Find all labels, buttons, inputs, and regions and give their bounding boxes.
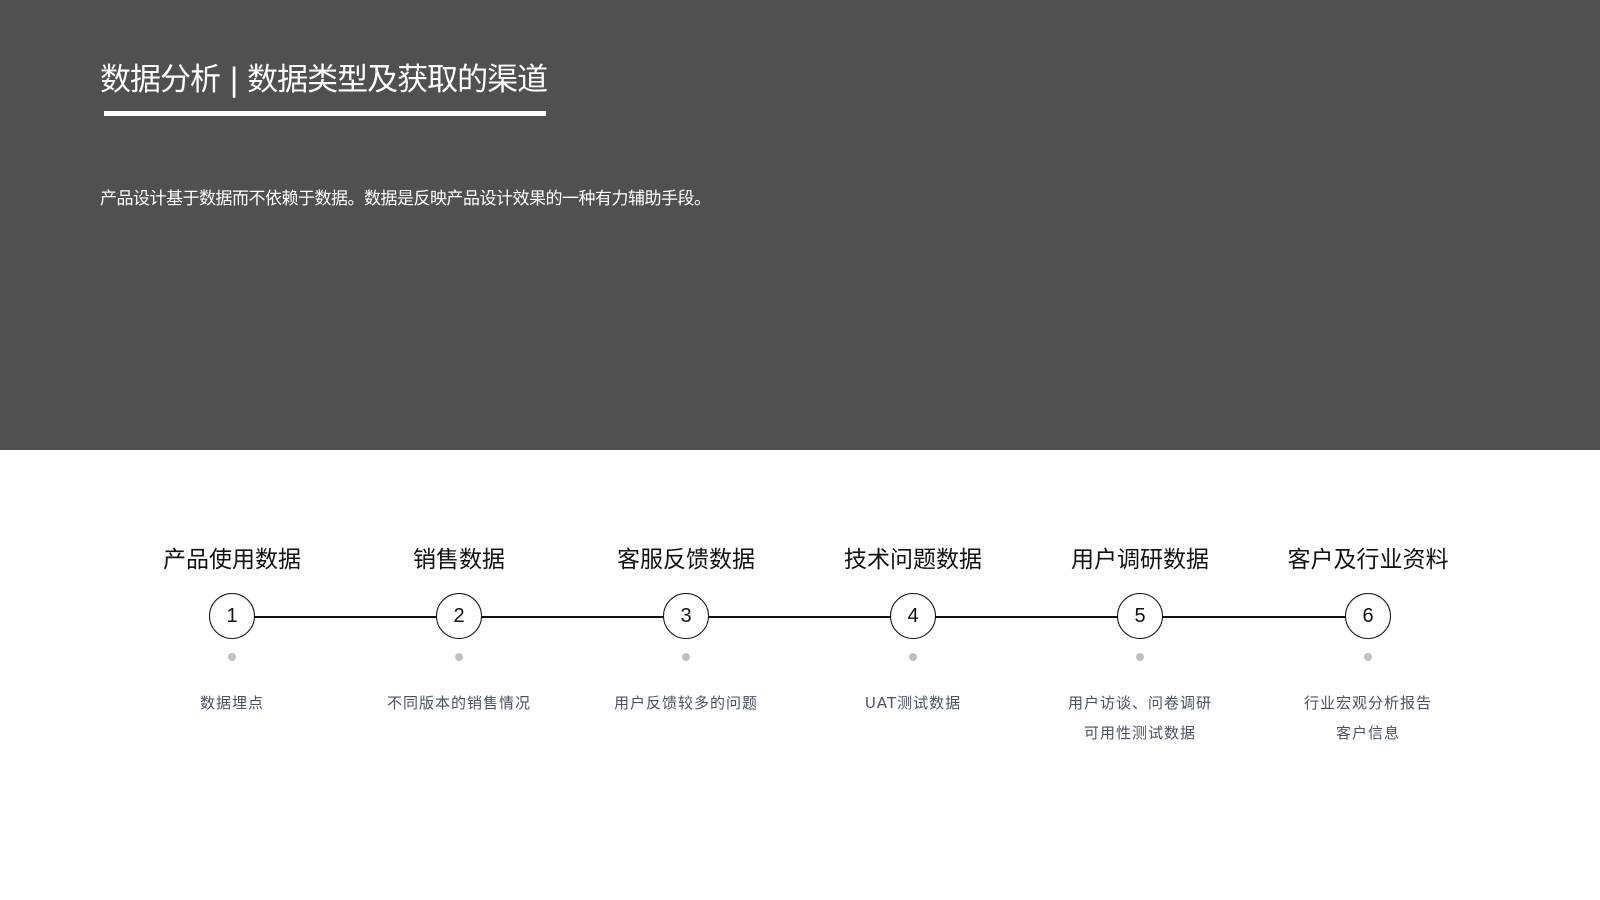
step-dot bbox=[228, 653, 236, 661]
step-description: 行业宏观分析报告 客户信息 bbox=[1248, 688, 1488, 748]
step-description: 用户访谈、问卷调研 可用性测试数据 bbox=[1020, 688, 1260, 748]
step-description-line: UAT测试数据 bbox=[864, 694, 962, 712]
step-dot bbox=[682, 653, 690, 661]
step-description-line: 数据埋点 bbox=[199, 694, 264, 712]
step-number-circle: 4 bbox=[890, 593, 936, 639]
step-number-circle: 1 bbox=[209, 593, 255, 639]
step-description: UAT测试数据 bbox=[793, 688, 1033, 718]
header-banner: 数据分析 | 数据类型及获取的渠道 产品设计基于数据而不依赖于数据。数据是反映产… bbox=[0, 0, 1600, 450]
step-description-line: 用户访谈、问卷调研 bbox=[1067, 694, 1212, 712]
step-title: 产品使用数据 bbox=[163, 547, 301, 573]
step-title: 用户调研数据 bbox=[1071, 547, 1209, 573]
step-description-line: 用户反馈较多的问题 bbox=[613, 694, 758, 712]
step-description-line: 可用性测试数据 bbox=[1083, 724, 1196, 742]
step-dot bbox=[455, 653, 463, 661]
step-dot bbox=[909, 653, 917, 661]
step-number-circle: 2 bbox=[436, 593, 482, 639]
step-description-line: 不同版本的销售情况 bbox=[386, 694, 531, 712]
step-description: 不同版本的销售情况 bbox=[339, 688, 579, 718]
step-title: 客户及行业资料 bbox=[1287, 547, 1449, 573]
step-description: 数据埋点 bbox=[112, 688, 352, 718]
step-number-circle: 6 bbox=[1345, 593, 1391, 639]
step-number-circle: 5 bbox=[1117, 593, 1163, 639]
step-number-circle: 3 bbox=[663, 593, 709, 639]
step-dot bbox=[1136, 653, 1144, 661]
step-description-line: 客户信息 bbox=[1335, 724, 1400, 742]
step-dot bbox=[1364, 653, 1372, 661]
step-title: 销售数据 bbox=[413, 547, 505, 573]
step-description-line: 行业宏观分析报告 bbox=[1303, 694, 1432, 712]
step-description: 用户反馈较多的问题 bbox=[566, 688, 806, 718]
page-title: 数据分析 | 数据类型及获取的渠道 bbox=[100, 62, 548, 98]
page-subtitle: 产品设计基于数据而不依赖于数据。数据是反映产品设计效果的一种有力辅助手段。 bbox=[100, 189, 711, 209]
step-title: 技术问题数据 bbox=[844, 547, 982, 573]
timeline-line bbox=[232, 616, 1368, 618]
title-underline bbox=[104, 111, 546, 116]
step-title: 客服反馈数据 bbox=[617, 547, 755, 573]
